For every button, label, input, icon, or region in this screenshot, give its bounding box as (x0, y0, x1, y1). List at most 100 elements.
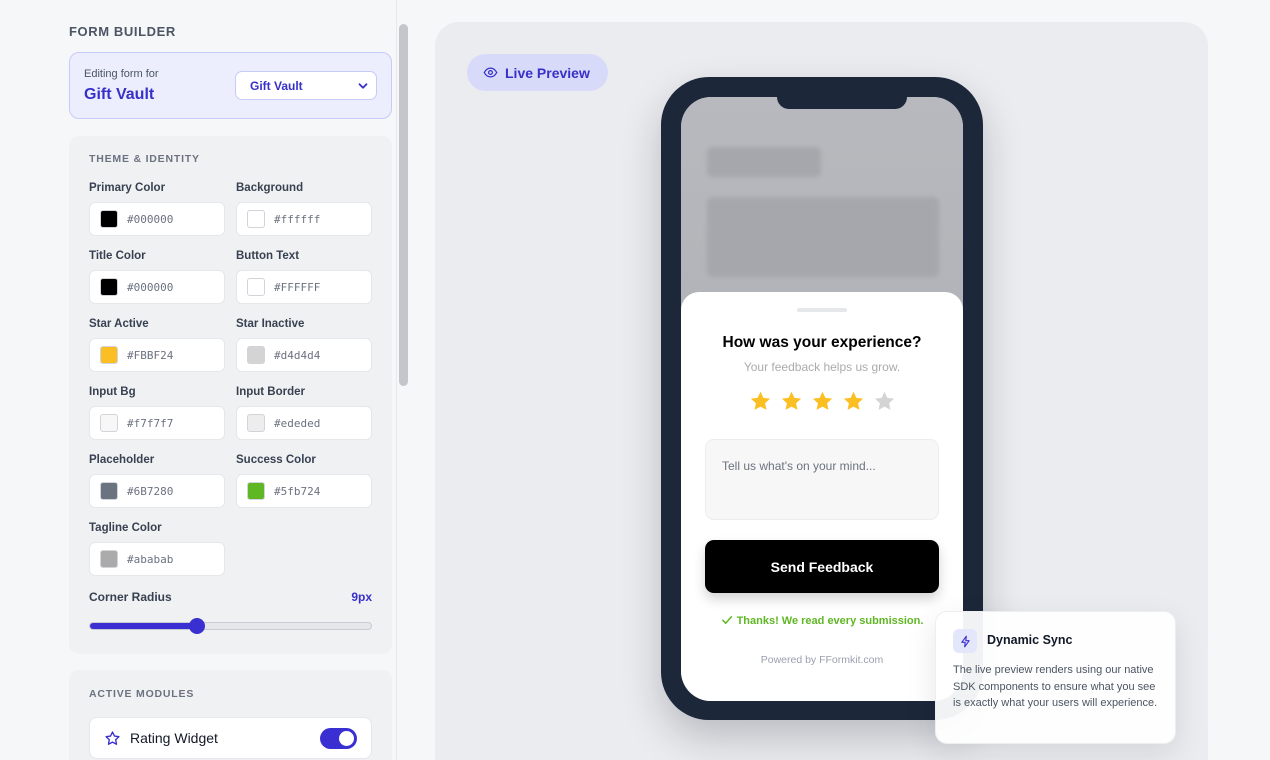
send-feedback-label: Send Feedback (770, 558, 874, 575)
sync-title: Dynamic Sync (987, 633, 1073, 647)
success-text: Thanks! We read every submission. (736, 615, 924, 627)
rating-widget-toggle[interactable] (320, 728, 357, 749)
color-field-label: Button Text (236, 250, 300, 262)
color-hex-value: #000000 (127, 280, 174, 294)
color-swatch[interactable] (247, 414, 265, 432)
star-filled-icon[interactable] (842, 390, 865, 413)
feedback-placeholder: Tell us what's on your mind... (722, 459, 876, 473)
sync-description: The live preview renders using our nativ… (953, 664, 1158, 709)
color-field: Input Border #ededed (236, 386, 372, 440)
color-field: Title Color #000000 (89, 250, 225, 304)
corner-radius-label: Corner Radius (89, 590, 172, 604)
color-hex-value: #FBBF24 (127, 348, 174, 362)
color-field: Tagline Color #ababab (89, 522, 225, 576)
star-filled-icon[interactable] (811, 390, 834, 413)
color-hex-input[interactable]: #000000 (89, 270, 225, 304)
dynamic-sync-card: Dynamic Sync The live preview renders us… (935, 611, 1176, 744)
color-field: Success Color #5fb724 (236, 454, 372, 508)
eye-icon (483, 67, 498, 78)
form-builder-panel: FORM BUILDER Editing form for Gift Vault… (69, 0, 392, 760)
bolt-icon (960, 635, 970, 647)
slider-fill (90, 623, 197, 629)
feedback-sheet: How was your experience? Your feedback h… (681, 292, 963, 701)
feedback-textarea[interactable]: Tell us what's on your mind... (705, 439, 939, 520)
color-field-label: Input Border (236, 386, 305, 398)
color-swatch[interactable] (247, 346, 265, 364)
color-swatch[interactable] (100, 346, 118, 364)
sync-icon-badge (953, 629, 977, 653)
color-swatch[interactable] (100, 210, 118, 228)
color-hex-value: #f7f7f7 (127, 416, 174, 430)
color-field-label: Title Color (89, 250, 146, 262)
color-swatch[interactable] (100, 414, 118, 432)
color-swatch[interactable] (100, 550, 118, 568)
color-field-label: Tagline Color (89, 522, 162, 534)
star-filled-icon[interactable] (749, 390, 772, 413)
live-preview-label: Live Preview (505, 64, 590, 81)
active-modules-card: ACTIVE MODULES Rating Widget (69, 670, 392, 760)
module-rating-widget[interactable]: Rating Widget (89, 717, 372, 759)
corner-radius-value: 9px (351, 590, 372, 604)
color-hex-value: #6B7280 (127, 484, 174, 498)
blurred-block (707, 147, 821, 177)
color-swatch[interactable] (100, 278, 118, 296)
theme-identity-card: THEME & IDENTITY Primary Color #000000 Bac… (69, 136, 392, 654)
color-hex-input[interactable]: #ffffff (236, 202, 372, 236)
color-field-label: Background (236, 182, 304, 194)
color-hex-input[interactable]: #5fb724 (236, 474, 372, 508)
color-hex-value: #5fb724 (274, 484, 321, 498)
star-empty-icon[interactable] (873, 390, 896, 413)
sidebar-scrollbar[interactable] (399, 24, 408, 386)
color-field: Placeholder #6B7280 (89, 454, 225, 508)
chevron-down-icon (358, 83, 368, 89)
color-hex-input[interactable]: #d4d4d4 (236, 338, 372, 372)
star-rating (681, 390, 963, 413)
color-field-label: Star Inactive (236, 318, 305, 330)
corner-radius-slider[interactable] (89, 618, 372, 634)
toggle-knob (339, 731, 354, 746)
slider-thumb[interactable] (188, 618, 205, 634)
star-outline-icon (105, 730, 120, 745)
editing-app-name: Gift Vault (84, 86, 155, 103)
editing-card: Editing form for Gift Vault Gift Vault (69, 52, 392, 119)
color-field-label: Star Active (89, 318, 149, 330)
color-swatch[interactable] (247, 278, 265, 296)
color-field-label: Success Color (236, 454, 316, 466)
color-hex-input[interactable]: #ababab (89, 542, 225, 576)
form-tagline: Your feedback helps us grow. (743, 360, 901, 374)
sheet-handle[interactable] (797, 308, 847, 312)
color-hex-input[interactable]: #ededed (236, 406, 372, 440)
color-field: Button Text #FFFFFF (236, 250, 372, 304)
color-hex-value: #FFFFFF (274, 280, 321, 294)
phone-notch (777, 97, 907, 109)
color-field: Background #ffffff (236, 182, 372, 236)
color-hex-input[interactable]: #f7f7f7 (89, 406, 225, 440)
modules-section-title: ACTIVE MODULES (89, 688, 195, 700)
form-title: How was your experience? (722, 334, 922, 351)
panel-divider (396, 0, 397, 760)
star-filled-icon[interactable] (780, 390, 803, 413)
color-hex-input[interactable]: #6B7280 (89, 474, 225, 508)
color-hex-input[interactable]: #000000 (89, 202, 225, 236)
color-hex-value: #ffffff (274, 212, 321, 226)
color-swatch[interactable] (100, 482, 118, 500)
editing-caption: Editing form for (84, 68, 159, 80)
color-hex-input[interactable]: #FFFFFF (236, 270, 372, 304)
color-hex-value: #d4d4d4 (274, 348, 321, 362)
theme-section-title: THEME & IDENTITY (89, 153, 200, 165)
color-field: Primary Color #000000 (89, 182, 225, 236)
blurred-block (707, 197, 939, 277)
powered-by[interactable]: Powered by FFormkit.com (681, 654, 963, 666)
send-feedback-button[interactable]: Send Feedback (705, 540, 939, 593)
color-hex-input[interactable]: #FBBF24 (89, 338, 225, 372)
color-field: Input Bg #f7f7f7 (89, 386, 225, 440)
app-select-value: Gift Vault (250, 78, 303, 93)
color-field: Star Active #FBBF24 (89, 318, 225, 372)
live-preview-pill[interactable]: Live Preview (467, 54, 608, 91)
color-hex-value: #ababab (127, 552, 174, 566)
color-swatch[interactable] (247, 482, 265, 500)
app-select[interactable]: Gift Vault (235, 71, 377, 100)
color-hex-value: #000000 (127, 212, 174, 226)
color-hex-value: #ededed (274, 416, 321, 430)
color-swatch[interactable] (247, 210, 265, 228)
